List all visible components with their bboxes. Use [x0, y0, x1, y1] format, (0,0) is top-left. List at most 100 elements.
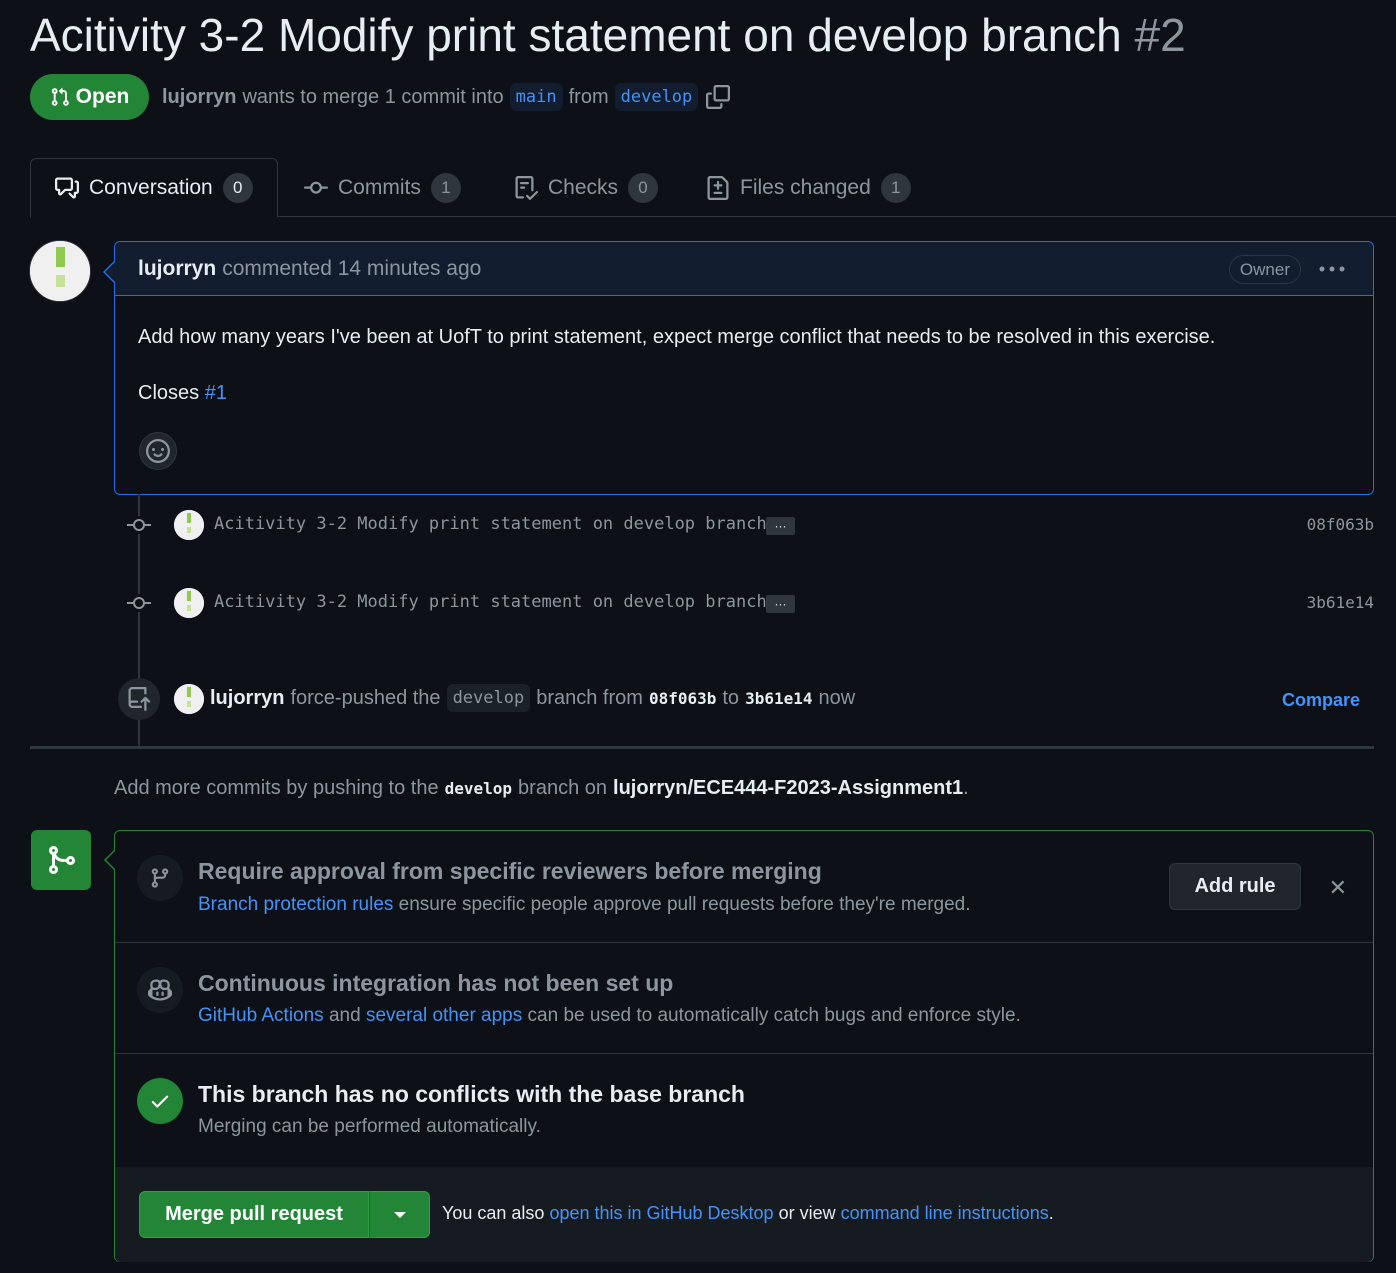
commit-message[interactable]: Acitivity 3-2 Modify print statement on … [214, 592, 767, 612]
comment-box: lujorryn commented 14 minutes ago Owner … [114, 241, 1374, 495]
compare-link[interactable]: Compare [1282, 690, 1360, 711]
pr-subline: lujorryn wants to merge 1 commit into ma… [162, 80, 731, 114]
branch-protection-link[interactable]: Branch protection rules [198, 894, 393, 915]
force-push-text-2: branch from [536, 686, 643, 709]
base-branch[interactable]: main [509, 83, 563, 111]
tab-checks-label: Checks [548, 175, 619, 199]
merge-box-pointer-inner [106, 851, 115, 869]
push-hint: Add more commits by pushing to the devel… [114, 777, 969, 800]
hint-text-2: branch on [518, 777, 608, 799]
check-icon [137, 1078, 183, 1124]
hint-text-1: Add more commits by pushing to the [114, 777, 439, 799]
github-desktop-link[interactable]: open this in GitHub Desktop [549, 1203, 773, 1223]
hint-end: . [963, 777, 969, 799]
force-push-to: to [722, 686, 740, 709]
add-rule-button[interactable]: Add rule [1169, 863, 1301, 910]
smiley-icon [146, 439, 170, 463]
force-push-text: lujorryn force-pushed the develop branch… [210, 684, 855, 712]
commit-sha[interactable]: 3b61e14 [1307, 593, 1374, 612]
tab-conversation-count: 0 [222, 173, 253, 203]
closes-line: Closes #1 [138, 382, 227, 405]
protection-desc: Branch protection rules ensure specific … [198, 894, 971, 916]
force-push-verb: force-pushed the [290, 686, 441, 709]
tab-checks-count: 0 [628, 172, 659, 203]
issue-link[interactable]: #1 [205, 382, 227, 404]
footer-text-2: or view [778, 1203, 836, 1223]
copilot-icon [137, 967, 183, 1013]
merge-method-dropdown[interactable] [369, 1191, 430, 1238]
pr-state-badge: Open [30, 74, 149, 120]
comment-pointer-inner [105, 262, 115, 282]
merge-status-icon [31, 830, 91, 890]
commit-row: Acitivity 3-2 Modify print statement on … [126, 505, 1374, 545]
protection-title: Require approval from specific reviewers… [198, 858, 822, 884]
pr-number: #2 [1134, 9, 1186, 61]
head-branch[interactable]: develop [614, 83, 699, 111]
protection-desc-text: ensure specific people approve pull requ… [398, 894, 971, 915]
comment-author[interactable]: lujorryn [138, 257, 216, 281]
git-commit-icon [126, 516, 152, 539]
other-apps-link[interactable]: several other apps [366, 1005, 522, 1026]
tab-files-changed-label: Files changed [740, 175, 871, 199]
pr-title: Acitivity 3-2 Modify print statement on … [30, 8, 1186, 62]
tab-commits-label: Commits [338, 175, 421, 199]
repo-push-icon [118, 678, 160, 720]
footer-end: . [1048, 1203, 1054, 1223]
merge-footer-text: You can also open this in GitHub Desktop… [442, 1203, 1054, 1224]
pushed-branch[interactable]: develop [446, 684, 531, 712]
merge-footer: Merge pull request You can also open thi… [115, 1167, 1373, 1262]
checklist-icon [515, 175, 538, 200]
pr-title-text: Acitivity 3-2 Modify print statement on … [30, 9, 1122, 61]
tab-commits-count: 1 [430, 172, 461, 203]
git-commit-icon [304, 181, 328, 194]
kebab-horizontal-icon[interactable] [1319, 260, 1345, 274]
pusher-name[interactable]: lujorryn [210, 687, 284, 710]
merge-text: wants to merge 1 commit into [242, 85, 504, 108]
owner-badge: Owner [1228, 255, 1301, 284]
conflicts-desc: Merging can be performed automatically. [198, 1116, 541, 1137]
triangle-down-icon [393, 1211, 406, 1218]
tab-conversation-label: Conversation [89, 176, 213, 199]
conflicts-section: This branch has no conflicts with the ba… [115, 1054, 1373, 1167]
commit-sha[interactable]: 08f063b [1307, 515, 1374, 534]
commit-author-avatar[interactable] [174, 510, 204, 540]
git-pull-request-icon [51, 87, 69, 106]
to-sha[interactable]: 3b61e14 [745, 689, 812, 708]
pr-author-link[interactable]: lujorryn [162, 86, 236, 109]
force-push-time: now [818, 686, 856, 709]
ci-section: Continuous integration has not been set … [115, 943, 1373, 1054]
tab-commits[interactable]: Commits 1 [304, 158, 461, 217]
ci-and: and [328, 1005, 361, 1026]
tab-files-changed-count: 1 [880, 172, 911, 203]
from-text: from [568, 85, 609, 108]
git-merge-icon [49, 846, 76, 874]
comment-header: lujorryn commented 14 minutes ago Owner [115, 242, 1373, 296]
pr-tabs: Conversation 0 Commits 1 Checks 0 Files … [30, 158, 1396, 218]
github-actions-link[interactable]: GitHub Actions [198, 1005, 324, 1026]
ci-desc: GitHub Actions and several other apps ca… [198, 1005, 1021, 1027]
tab-checks[interactable]: Checks 0 [514, 158, 659, 217]
command-line-link[interactable]: command line instructions [841, 1203, 1049, 1223]
comment-timestamp: commented 14 minutes ago [222, 256, 482, 280]
add-reaction-button[interactable] [139, 432, 177, 470]
ci-desc-text: can be used to automatically catch bugs … [527, 1005, 1021, 1026]
copy-icon[interactable] [706, 85, 731, 109]
timeline-divider [30, 746, 1374, 749]
close-icon[interactable]: ✕ [1329, 875, 1347, 901]
tab-conversation[interactable]: Conversation 0 [30, 158, 278, 218]
commit-message[interactable]: Acitivity 3-2 Modify print statement on … [214, 514, 767, 534]
tab-files-changed[interactable]: Files changed 1 [706, 158, 911, 217]
expand-commit-button[interactable]: ··· [766, 517, 795, 535]
git-commit-icon [126, 594, 152, 617]
closes-label: Closes [138, 382, 200, 404]
file-diff-icon [707, 175, 729, 200]
from-sha[interactable]: 08f063b [649, 689, 716, 708]
pusher-avatar[interactable] [174, 684, 204, 714]
commit-row: Acitivity 3-2 Modify print statement on … [126, 583, 1374, 623]
hint-repo: lujorryn/ECE444-F2023-Assignment1 [613, 777, 964, 799]
merge-pull-request-button[interactable]: Merge pull request [139, 1191, 369, 1238]
expand-commit-button[interactable]: ··· [766, 595, 795, 613]
commit-author-avatar[interactable] [174, 588, 204, 618]
hint-branch: develop [444, 779, 513, 798]
comment-author-avatar[interactable] [29, 240, 91, 302]
